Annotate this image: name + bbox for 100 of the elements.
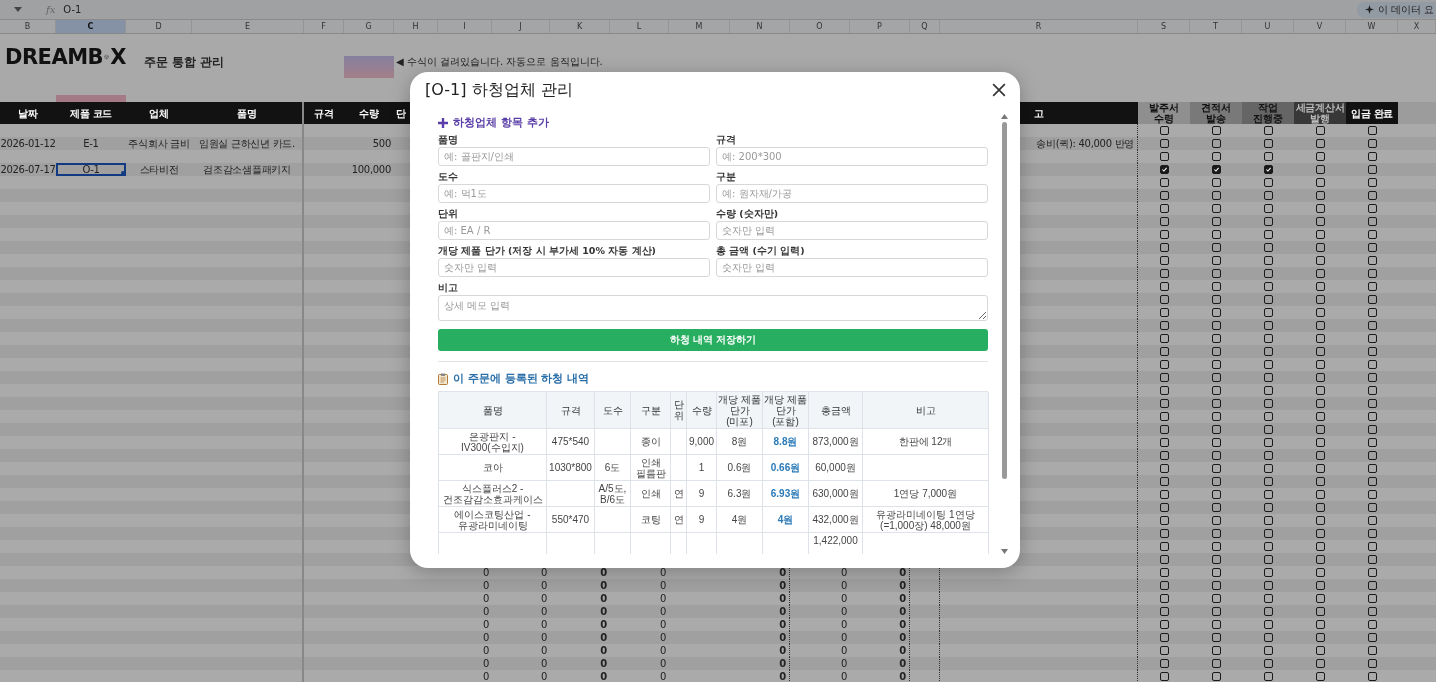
checkbox[interactable]	[1367, 659, 1377, 668]
checkbox[interactable]	[1367, 282, 1377, 291]
checkbox[interactable]	[1367, 126, 1377, 135]
checkbox[interactable]	[1211, 139, 1221, 148]
column-letter[interactable]: U	[1242, 20, 1294, 33]
checkbox[interactable]	[1211, 386, 1221, 395]
checkbox[interactable]	[1263, 373, 1273, 382]
column-letter[interactable]: N	[730, 20, 790, 33]
checkbox[interactable]	[1315, 620, 1325, 629]
checkbox[interactable]	[1263, 594, 1273, 603]
checkbox[interactable]	[1159, 178, 1169, 187]
checkbox[interactable]	[1211, 165, 1221, 174]
input-field[interactable]: 숫자만 입력	[716, 258, 988, 277]
checkbox[interactable]	[1263, 438, 1273, 447]
checkbox[interactable]	[1263, 659, 1273, 668]
column-letter[interactable]: D	[126, 20, 192, 33]
checkbox[interactable]	[1211, 360, 1221, 369]
checkbox[interactable]	[1211, 412, 1221, 421]
input-field[interactable]: 예: 원자재/가공	[716, 184, 988, 203]
checkbox[interactable]	[1263, 672, 1273, 681]
checkbox[interactable]	[1211, 464, 1221, 473]
checkbox[interactable]	[1367, 295, 1377, 304]
column-letter[interactable]: L	[610, 20, 669, 33]
checkbox[interactable]	[1315, 334, 1325, 343]
checkbox[interactable]	[1315, 542, 1325, 551]
column-letter[interactable]: W	[1346, 20, 1398, 33]
checkbox[interactable]	[1263, 308, 1273, 317]
checkbox[interactable]	[1263, 464, 1273, 473]
checkbox[interactable]	[1367, 581, 1377, 590]
checkbox[interactable]	[1315, 477, 1325, 486]
checkbox[interactable]	[1211, 243, 1221, 252]
checkbox[interactable]	[1263, 321, 1273, 330]
checkbox[interactable]	[1367, 477, 1377, 486]
checkbox[interactable]	[1367, 191, 1377, 200]
column-letter[interactable]: R	[940, 20, 1138, 33]
checkbox[interactable]	[1263, 152, 1273, 161]
checkbox[interactable]	[1211, 451, 1221, 460]
checkbox[interactable]	[1315, 594, 1325, 603]
checkbox[interactable]	[1263, 516, 1273, 525]
checkbox[interactable]	[1211, 633, 1221, 642]
checkbox[interactable]	[1263, 282, 1273, 291]
checkbox[interactable]	[1159, 360, 1169, 369]
checkbox[interactable]	[1263, 425, 1273, 434]
checkbox[interactable]	[1211, 620, 1221, 629]
checkbox[interactable]	[1211, 152, 1221, 161]
column-letter[interactable]: E	[192, 20, 304, 33]
checkbox[interactable]	[1367, 672, 1377, 681]
input-field[interactable]: 예: 먹1도	[438, 184, 710, 203]
checkbox[interactable]	[1367, 490, 1377, 499]
checkbox[interactable]	[1315, 529, 1325, 538]
checkbox[interactable]	[1159, 490, 1169, 499]
checkbox[interactable]	[1211, 269, 1221, 278]
checkbox[interactable]	[1315, 581, 1325, 590]
checkbox[interactable]	[1211, 568, 1221, 577]
checkbox[interactable]	[1159, 386, 1169, 395]
checkbox[interactable]	[1315, 633, 1325, 642]
checkbox[interactable]	[1315, 191, 1325, 200]
checkbox[interactable]	[1315, 386, 1325, 395]
save-button[interactable]: 하청 내역 저장하기	[438, 329, 988, 351]
checkbox[interactable]	[1367, 334, 1377, 343]
checkbox[interactable]	[1367, 256, 1377, 265]
checkbox[interactable]	[1263, 542, 1273, 551]
checkbox[interactable]	[1315, 555, 1325, 564]
checkbox[interactable]	[1263, 191, 1273, 200]
checkbox[interactable]	[1315, 308, 1325, 317]
checkbox[interactable]	[1263, 529, 1273, 538]
checkbox[interactable]	[1159, 412, 1169, 421]
checkbox[interactable]	[1211, 581, 1221, 590]
checkbox[interactable]	[1211, 672, 1221, 681]
column-letter[interactable]: I	[438, 20, 492, 33]
checkbox[interactable]	[1263, 347, 1273, 356]
checkbox[interactable]	[1159, 399, 1169, 408]
checkbox[interactable]	[1211, 126, 1221, 135]
checkbox[interactable]	[1315, 516, 1325, 525]
checkbox[interactable]	[1211, 347, 1221, 356]
checkbox[interactable]	[1315, 321, 1325, 330]
checkbox[interactable]	[1367, 464, 1377, 473]
checkbox[interactable]	[1211, 555, 1221, 564]
checkbox[interactable]	[1263, 139, 1273, 148]
checkbox[interactable]	[1315, 295, 1325, 304]
checkbox[interactable]	[1159, 308, 1169, 317]
checkbox[interactable]	[1367, 139, 1377, 148]
checkbox[interactable]	[1315, 269, 1325, 278]
checkbox[interactable]	[1367, 165, 1377, 174]
checkbox[interactable]	[1159, 347, 1169, 356]
checkbox[interactable]	[1315, 399, 1325, 408]
checkbox[interactable]	[1263, 256, 1273, 265]
checkbox[interactable]	[1159, 581, 1169, 590]
column-letter[interactable]: H	[394, 20, 438, 33]
input-field[interactable]: 숫자만 입력	[438, 258, 710, 277]
checkbox[interactable]	[1159, 191, 1169, 200]
checkbox[interactable]	[1159, 542, 1169, 551]
checkbox[interactable]	[1159, 217, 1169, 226]
checkbox[interactable]	[1159, 672, 1169, 681]
checkbox[interactable]	[1159, 529, 1169, 538]
checkbox[interactable]	[1211, 295, 1221, 304]
checkbox[interactable]	[1159, 334, 1169, 343]
checkbox[interactable]	[1315, 282, 1325, 291]
checkbox[interactable]	[1211, 204, 1221, 213]
checkbox[interactable]	[1159, 126, 1169, 135]
